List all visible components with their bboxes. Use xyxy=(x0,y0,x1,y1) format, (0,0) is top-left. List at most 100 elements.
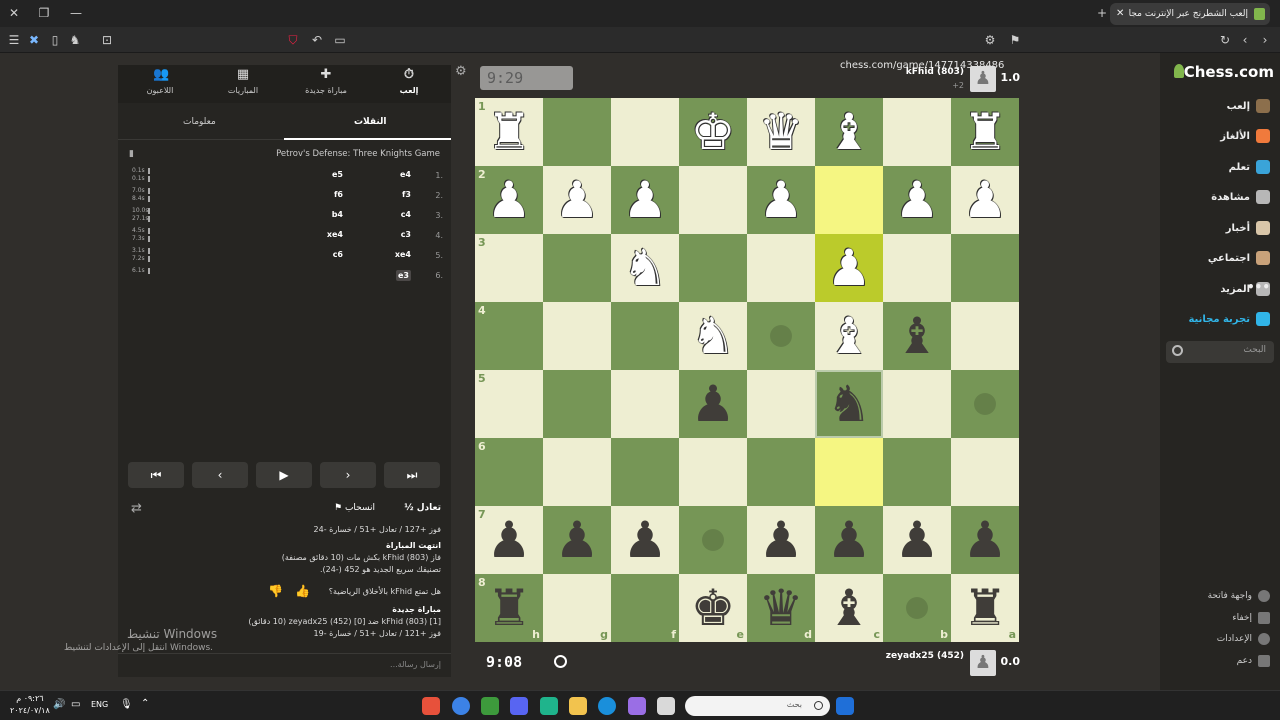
board-square[interactable]: ♟ xyxy=(543,166,611,234)
board-square[interactable]: ♟ xyxy=(611,166,679,234)
board-square[interactable] xyxy=(815,166,883,234)
settings-button[interactable]: الإعدادات xyxy=(1217,633,1270,645)
board-square[interactable]: ♟ xyxy=(815,506,883,574)
board-square[interactable]: ♚ xyxy=(679,98,747,166)
board-square[interactable]: ♟ xyxy=(543,506,611,574)
board-square[interactable]: 5 xyxy=(475,370,543,438)
back-icon[interactable]: ‹ xyxy=(1234,27,1256,53)
thumbs-up-icon[interactable]: 👍 xyxy=(295,584,310,598)
legal-move-hint[interactable] xyxy=(974,393,996,415)
black-rook-icon[interactable]: ♜ xyxy=(487,574,532,642)
tab-players[interactable]: 👥 اللاعبون xyxy=(120,68,200,96)
white-pawn-icon[interactable]: ♟ xyxy=(895,166,940,234)
sidebar-item-news[interactable]: أخبار xyxy=(1226,218,1270,238)
legal-move-hint[interactable] xyxy=(770,325,792,347)
board-square[interactable]: ♝ xyxy=(883,302,951,370)
close-window-icon[interactable]: ✕ xyxy=(3,0,25,26)
board-square[interactable]: 3 xyxy=(475,234,543,302)
black-pawn-icon[interactable]: ♟ xyxy=(895,506,940,574)
black-pawn-icon[interactable]: ♟ xyxy=(487,506,532,574)
reader-icon[interactable]: ▭ xyxy=(329,27,351,53)
sidebar-item-social[interactable]: اجتماعي xyxy=(1208,248,1270,268)
board-square[interactable]: f xyxy=(611,574,679,642)
board-square[interactable]: 7 ♟ xyxy=(475,506,543,574)
white-knight-icon[interactable]: ♞ xyxy=(691,302,736,370)
screenshot-icon[interactable]: ⊡ xyxy=(96,27,118,53)
speaker-icon[interactable]: 🔊 xyxy=(53,699,65,710)
black-pawn-icon[interactable]: ♟ xyxy=(759,506,804,574)
chess-board[interactable]: 1 ♜ ♚ ♛ ♝ ♜ 2 ♟ ♟ ♟ ♟ ♟ ♟ 3 ♞ ♟ 4 ♞ ♝ ♝ 5 ♟ ♞ 6 7 ♟ ♟ ♟ ♟ ♟ ♟ ♟ 8 h ♜ g f e ♚ d… xyxy=(475,98,1019,642)
chat-input[interactable]: إرسال رسالة... xyxy=(118,653,451,677)
white-knight-icon[interactable]: ♞ xyxy=(623,234,668,302)
white-pawn-icon[interactable]: ♟ xyxy=(963,166,1008,234)
board-square[interactable]: ♞ xyxy=(679,302,747,370)
app-icon-1[interactable] xyxy=(452,697,470,715)
opponent-name[interactable]: kFhid (803) xyxy=(906,67,964,77)
white-move[interactable]: xe4 xyxy=(395,250,411,259)
white-king-icon[interactable]: ♚ xyxy=(691,98,736,166)
board-square[interactable] xyxy=(679,166,747,234)
sidebar-item-more[interactable]: ••• المزيد xyxy=(1220,279,1270,299)
book-icon[interactable]: ▮ xyxy=(129,149,134,159)
draw-button[interactable]: ½ تعادل xyxy=(404,503,441,513)
board-square[interactable]: 2 ♟ xyxy=(475,166,543,234)
collapse-button[interactable]: إخفاء xyxy=(1232,612,1270,624)
minimize-window-icon[interactable]: — xyxy=(65,0,87,26)
white-pawn-icon[interactable]: ♟ xyxy=(487,166,532,234)
board-square[interactable]: b xyxy=(883,574,951,642)
sidebar-item-watch[interactable]: مشاهدة xyxy=(1211,187,1270,207)
tab-new-game[interactable]: ✚ مباراة جديدة xyxy=(286,68,366,96)
board-square[interactable] xyxy=(747,370,815,438)
board-square[interactable] xyxy=(747,302,815,370)
white-pawn-icon[interactable]: ♟ xyxy=(623,166,668,234)
black-move[interactable]: e5 xyxy=(332,170,343,179)
white-queen-icon[interactable]: ♛ xyxy=(759,98,804,166)
board-square[interactable] xyxy=(883,234,951,302)
board-square[interactable]: 6 xyxy=(475,438,543,506)
discord-icon[interactable] xyxy=(510,697,528,715)
board-square[interactable]: ♟ xyxy=(611,506,679,574)
board-square[interactable] xyxy=(543,98,611,166)
board-square[interactable] xyxy=(951,370,1019,438)
app-icon-2[interactable] xyxy=(481,697,499,715)
black-move[interactable]: f6 xyxy=(334,190,343,199)
black-knight-icon[interactable]: ♞ xyxy=(827,370,872,438)
taskbar-clock[interactable]: ٠٩:٢٦ م ٢٠٢٤/٠٧/١٨ xyxy=(10,693,50,717)
board-square[interactable] xyxy=(611,302,679,370)
edge-icon[interactable] xyxy=(598,697,616,715)
site-settings-icon[interactable]: ⚙ xyxy=(979,27,1001,53)
white-pawn-icon[interactable]: ♟ xyxy=(555,166,600,234)
chess-icon[interactable]: ♞ xyxy=(64,27,86,53)
board-square[interactable] xyxy=(951,234,1019,302)
forward-icon[interactable]: › xyxy=(1254,27,1276,53)
tab-info[interactable]: معلومات xyxy=(183,117,216,127)
shield-icon[interactable]: ⛉ xyxy=(282,27,304,53)
sidebar-item-puzzles[interactable]: الألغاز xyxy=(1220,126,1270,146)
x-icon[interactable]: ✖ xyxy=(23,27,45,53)
board-square[interactable] xyxy=(543,438,611,506)
board-square[interactable]: e ♚ xyxy=(679,574,747,642)
tab-play[interactable]: ⏱ إلعب xyxy=(369,68,449,96)
board-square[interactable]: ♟ xyxy=(883,506,951,574)
chevron-up-icon[interactable]: ⌃ xyxy=(141,698,149,709)
thumbs-down-icon[interactable]: 👎 xyxy=(268,584,283,598)
network-icon[interactable]: ▭ xyxy=(71,699,80,710)
black-move[interactable]: c6 xyxy=(333,250,343,259)
resign-button[interactable]: ⚑ انسحاب xyxy=(334,503,375,513)
board-square[interactable] xyxy=(543,370,611,438)
player-avatar[interactable]: ♟ xyxy=(970,650,996,676)
board-square[interactable]: g xyxy=(543,574,611,642)
board-square[interactable]: ♟ xyxy=(747,166,815,234)
sidebar-item-learn[interactable]: تعلم xyxy=(1229,157,1270,177)
board-square[interactable]: 8 h ♜ xyxy=(475,574,543,642)
board-square[interactable] xyxy=(611,438,679,506)
last-move-button[interactable]: ⏭ xyxy=(384,462,440,488)
reload-icon[interactable]: ↻ xyxy=(1214,27,1236,53)
board-square[interactable]: ♟ xyxy=(883,166,951,234)
board-square[interactable]: ♟ xyxy=(679,370,747,438)
opponent-avatar[interactable]: ♟ xyxy=(970,66,996,92)
board-square[interactable] xyxy=(815,438,883,506)
windows-start-icon[interactable] xyxy=(836,697,854,715)
board-square[interactable]: 4 xyxy=(475,302,543,370)
sidebar-item-free-trial[interactable]: تجربة مجانية xyxy=(1188,309,1270,329)
